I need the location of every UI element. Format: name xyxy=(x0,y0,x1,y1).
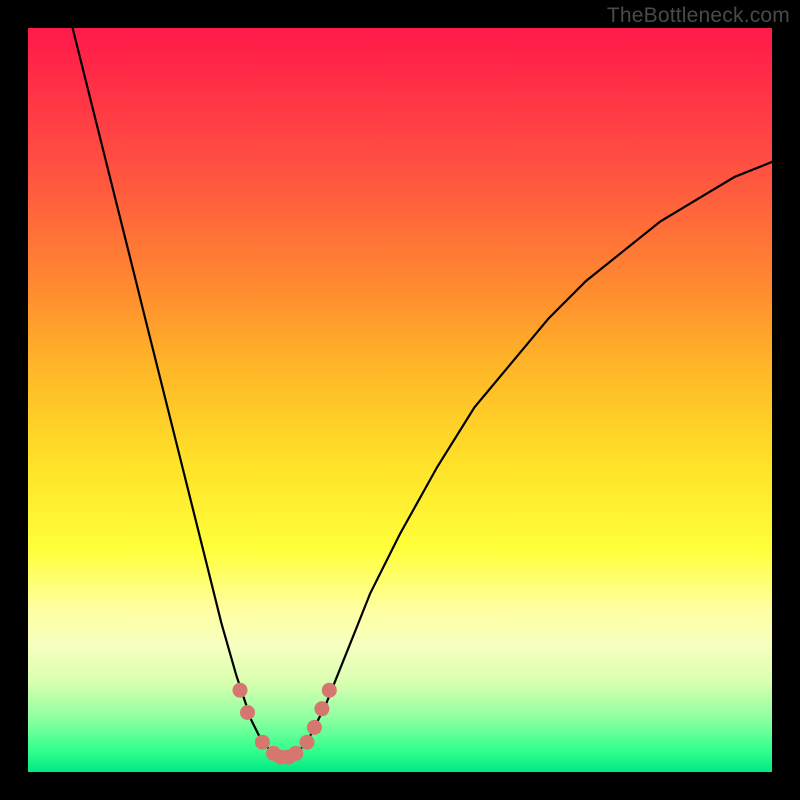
bottleneck-curve xyxy=(73,28,772,757)
highlight-marker xyxy=(233,683,248,698)
highlight-marker xyxy=(314,701,329,716)
highlight-marker xyxy=(288,746,303,761)
highlight-marker xyxy=(300,735,315,750)
highlight-marker xyxy=(307,720,322,735)
highlight-marker xyxy=(240,705,255,720)
highlight-markers-group xyxy=(233,683,337,765)
outer-frame: TheBottleneck.com xyxy=(0,0,800,800)
chart-svg xyxy=(28,28,772,772)
plot-area xyxy=(28,28,772,772)
highlight-marker xyxy=(322,683,337,698)
watermark-text: TheBottleneck.com xyxy=(607,4,790,28)
highlight-marker xyxy=(255,735,270,750)
